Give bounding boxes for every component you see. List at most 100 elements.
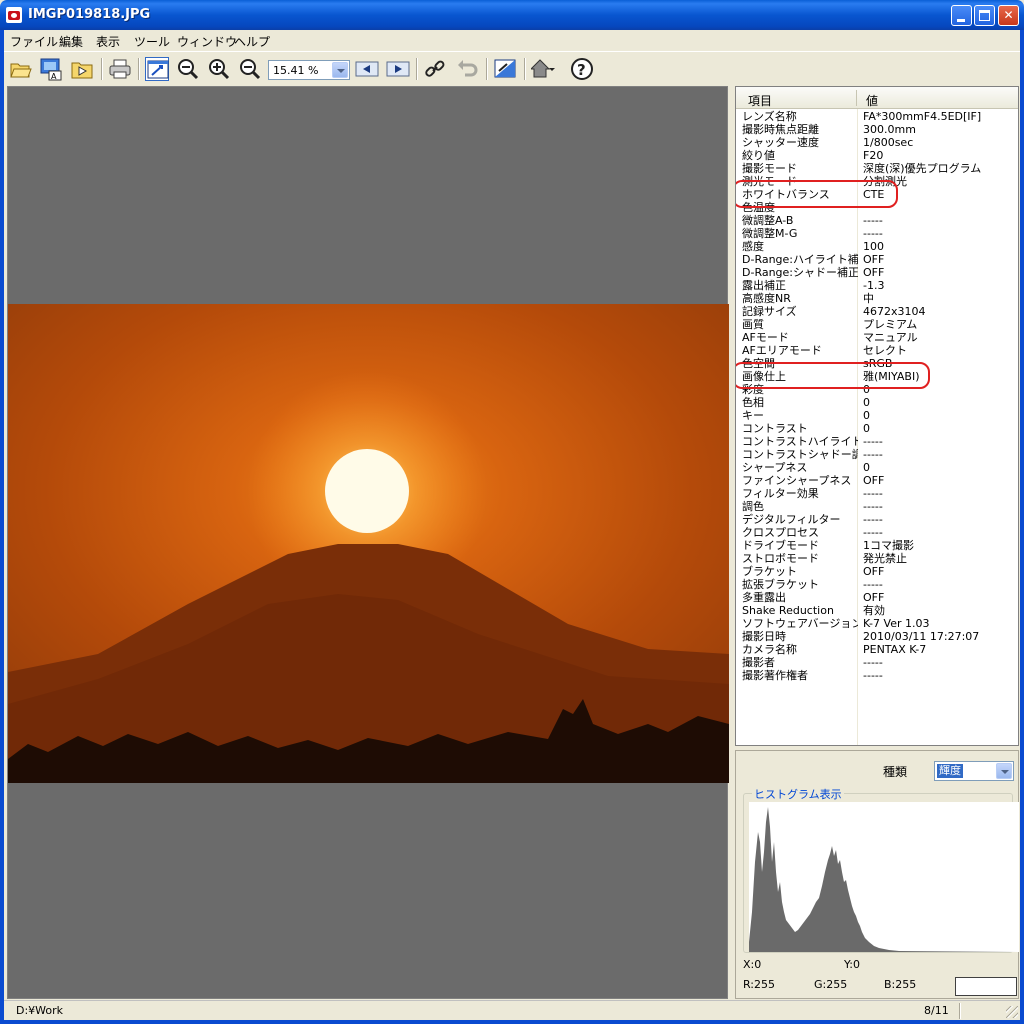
property-key: 絞り値 (742, 149, 775, 162)
property-row[interactable]: 多重露出 OFF (736, 591, 1018, 604)
zoom-reduce-button[interactable] (238, 57, 262, 81)
next-image-button[interactable] (386, 57, 410, 81)
menu-edit[interactable]: 編集 (59, 33, 83, 50)
property-key: D-Range:シャドー補正 (742, 266, 858, 279)
column-header-item[interactable]: 項目 (748, 92, 772, 109)
histogram-group: ヒストグラム表示 (743, 786, 1019, 953)
image-viewer[interactable] (7, 86, 729, 999)
fit-to-window-button[interactable] (145, 57, 169, 81)
app-icon[interactable] (6, 7, 22, 23)
image-adjust-button[interactable] (493, 57, 517, 81)
maximize-button[interactable] (974, 5, 995, 26)
property-row[interactable]: シャープネス 0 (736, 461, 1018, 474)
property-row[interactable]: コントラストシャドー調整 ----- (736, 448, 1018, 461)
previous-image-button[interactable] (355, 57, 379, 81)
property-key: D-Range:ハイライト補... (742, 253, 858, 266)
property-key: キー (742, 409, 764, 422)
property-key: Shake Reduction (742, 604, 834, 617)
histogram-kind-select[interactable]: 輝度 (934, 761, 1014, 781)
close-button[interactable]: ✕ (998, 5, 1019, 26)
property-row[interactable]: 感度 100 (736, 240, 1018, 253)
property-row[interactable]: ストロボモード 発光禁止 (736, 552, 1018, 565)
property-row[interactable]: 撮影著作権者 ----- (736, 669, 1018, 682)
zoom-in-button[interactable] (207, 57, 231, 81)
menu-view[interactable]: 表示 (96, 33, 120, 50)
photo[interactable] (8, 304, 729, 783)
column-divider[interactable] (856, 90, 857, 106)
resize-grip-icon[interactable] (1006, 1006, 1018, 1018)
menu-file[interactable]: ファイル (10, 33, 58, 50)
property-value: ----- (863, 656, 883, 669)
property-row[interactable]: 画質 プレミアム (736, 318, 1018, 331)
property-row[interactable]: ドライブモード 1コマ撮影 (736, 539, 1018, 552)
property-value: PENTAX K-7 (863, 643, 927, 656)
property-row[interactable]: 撮影モード 深度(深)優先プログラム (736, 162, 1018, 175)
link-button[interactable] (423, 57, 447, 81)
column-header-value[interactable]: 値 (866, 92, 878, 109)
property-row[interactable]: デジタルフィルター ----- (736, 513, 1018, 526)
property-value: ----- (863, 214, 883, 227)
property-row[interactable]: 撮影日時 2010/03/11 17:27:07 (736, 630, 1018, 643)
property-row[interactable]: コントラスト 0 (736, 422, 1018, 435)
zoom-select[interactable]: 15.41 % (268, 60, 350, 80)
property-value: 2010/03/11 17:27:07 (863, 630, 980, 643)
minimize-button[interactable] (951, 5, 972, 26)
property-row[interactable]: D-Range:ハイライト補... OFF (736, 253, 1018, 266)
property-row[interactable]: 高感度NR 中 (736, 292, 1018, 305)
chevron-down-icon[interactable] (996, 763, 1012, 779)
property-row[interactable]: 微調整A-B ----- (736, 214, 1018, 227)
close-icon: ✕ (1003, 8, 1014, 22)
property-row[interactable]: レンズ名称 FA*300mmF4.5ED[IF] (736, 110, 1018, 123)
property-row[interactable]: D-Range:シャドー補正 OFF (736, 266, 1018, 279)
property-row[interactable]: ソフトウェアバージョン K-7 Ver 1.03 (736, 617, 1018, 630)
property-key: 調色 (742, 500, 764, 513)
property-row[interactable]: フィルター効果 ----- (736, 487, 1018, 500)
property-key: AFモード (742, 331, 789, 344)
undo-button[interactable] (456, 57, 480, 81)
menu-window[interactable]: ウィンドウ (177, 33, 237, 50)
property-key: 撮影日時 (742, 630, 786, 643)
property-row[interactable]: Shake Reduction 有効 (736, 604, 1018, 617)
property-row[interactable]: AFモード マニュアル (736, 331, 1018, 344)
properties-panel[interactable]: 項目 値 レンズ名称 FA*300mmF4.5ED[IF] 撮影時焦点距離 300.0… (735, 86, 1019, 746)
property-row[interactable]: AFエリアモード セレクト (736, 344, 1018, 357)
property-value: 4672x3104 (863, 305, 926, 318)
property-value: ----- (863, 513, 883, 526)
title-bar[interactable]: IMGP019818.JPG ✕ (0, 0, 1024, 30)
status-page-count: 8/11 (924, 1004, 949, 1017)
property-key: 多重露出 (742, 591, 786, 604)
toolbar-separator (486, 58, 488, 80)
open-folder-button[interactable] (9, 57, 33, 81)
property-row[interactable]: 撮影時焦点距離 300.0mm (736, 123, 1018, 136)
maximize-icon (979, 10, 990, 21)
property-value: K-7 Ver 1.03 (863, 617, 930, 630)
property-row[interactable]: コントラストハイライト調... ----- (736, 435, 1018, 448)
property-row[interactable]: 微調整M-G ----- (736, 227, 1018, 240)
property-row[interactable]: シャッター速度 1/800sec (736, 136, 1018, 149)
property-row[interactable]: 色相 0 (736, 396, 1018, 409)
toolbar-separator (524, 58, 526, 80)
property-row[interactable]: ファインシャープネス OFF (736, 474, 1018, 487)
highlight-image-finish (736, 362, 930, 389)
property-row[interactable]: カメラ名称 PENTAX K-7 (736, 643, 1018, 656)
property-row[interactable]: キー 0 (736, 409, 1018, 422)
property-value: FA*300mmF4.5ED[IF] (863, 110, 982, 123)
property-row[interactable]: ブラケット OFF (736, 565, 1018, 578)
zoom-out-button[interactable] (176, 57, 200, 81)
slideshow-button[interactable] (70, 57, 94, 81)
print-button[interactable] (108, 57, 132, 81)
upload-button[interactable] (529, 57, 555, 81)
chevron-down-icon[interactable] (332, 62, 348, 78)
property-row[interactable]: 調色 ----- (736, 500, 1018, 513)
property-row[interactable]: 撮影者 ----- (736, 656, 1018, 669)
property-key: コントラストシャドー調整 (742, 448, 858, 461)
menu-help[interactable]: ヘルプ (234, 33, 270, 50)
property-row[interactable]: クロスプロセス ----- (736, 526, 1018, 539)
menu-tools[interactable]: ツール (134, 33, 170, 50)
help-button[interactable]: ? (570, 57, 594, 81)
property-row[interactable]: 記録サイズ 4672x3104 (736, 305, 1018, 318)
property-row[interactable]: 拡張ブラケット ----- (736, 578, 1018, 591)
property-row[interactable]: 露出補正 -1.3 (736, 279, 1018, 292)
property-row[interactable]: 絞り値 F20 (736, 149, 1018, 162)
save-as-button[interactable]: A (39, 57, 63, 81)
